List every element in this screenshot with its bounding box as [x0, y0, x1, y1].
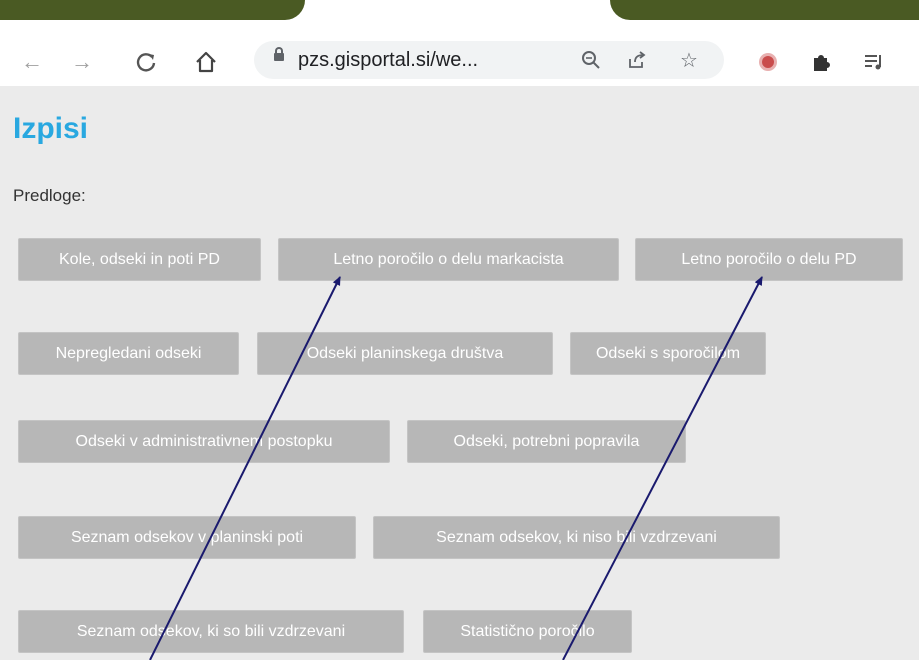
browser-tab[interactable] — [0, 0, 305, 20]
template-button[interactable]: Seznam odsekov, ki so bili vzdrzevani — [18, 610, 404, 653]
template-button[interactable]: Odseki s sporočilom — [570, 332, 766, 375]
address-bar[interactable]: pzs.gisportal.si/we... ☆ — [254, 41, 724, 79]
template-button[interactable]: Letno poročilo o delu PD — [635, 238, 903, 281]
template-button[interactable]: Seznam odsekov, ki niso bili vzdrzevani — [373, 516, 780, 559]
tab-strip — [0, 0, 919, 36]
star-icon[interactable]: ☆ — [674, 45, 704, 75]
page-content: Izpisi Predloge: Kole, odseki in poti PD… — [0, 86, 919, 660]
template-button[interactable]: Nepregledani odseki — [18, 332, 239, 375]
forward-arrow-icon[interactable]: → — [66, 46, 98, 78]
template-button[interactable]: Odseki v administrativnem postopku — [18, 420, 390, 463]
url-text[interactable]: pzs.gisportal.si/we... — [298, 49, 478, 72]
template-button[interactable]: Odseki planinskega društva — [257, 332, 553, 375]
media-list-icon[interactable] — [858, 46, 890, 78]
template-button[interactable]: Seznam odsekov v planinski poti — [18, 516, 356, 559]
browser-tab[interactable] — [610, 0, 919, 20]
page-title: Izpisi — [13, 112, 89, 145]
template-button[interactable]: Letno poročilo o delu markacista — [278, 238, 619, 281]
template-button[interactable]: Kole, odseki in poti PD — [18, 238, 261, 281]
back-arrow-icon[interactable]: ← — [16, 46, 48, 78]
share-icon[interactable] — [622, 45, 652, 75]
template-button[interactable]: Statistično poročilo — [423, 610, 632, 653]
browser-toolbar: ← → pzs.gisportal.si/we... ☆ — [0, 36, 919, 86]
lock-icon[interactable] — [274, 47, 284, 61]
extension-badge-icon[interactable] — [752, 46, 784, 78]
home-icon[interactable] — [190, 46, 222, 78]
reload-icon[interactable] — [130, 46, 162, 78]
puzzle-icon[interactable] — [805, 46, 837, 78]
template-button[interactable]: Odseki, potrebni popravila — [407, 420, 686, 463]
zoom-icon[interactable] — [576, 45, 606, 75]
templates-label: Predloge: — [13, 186, 86, 205]
